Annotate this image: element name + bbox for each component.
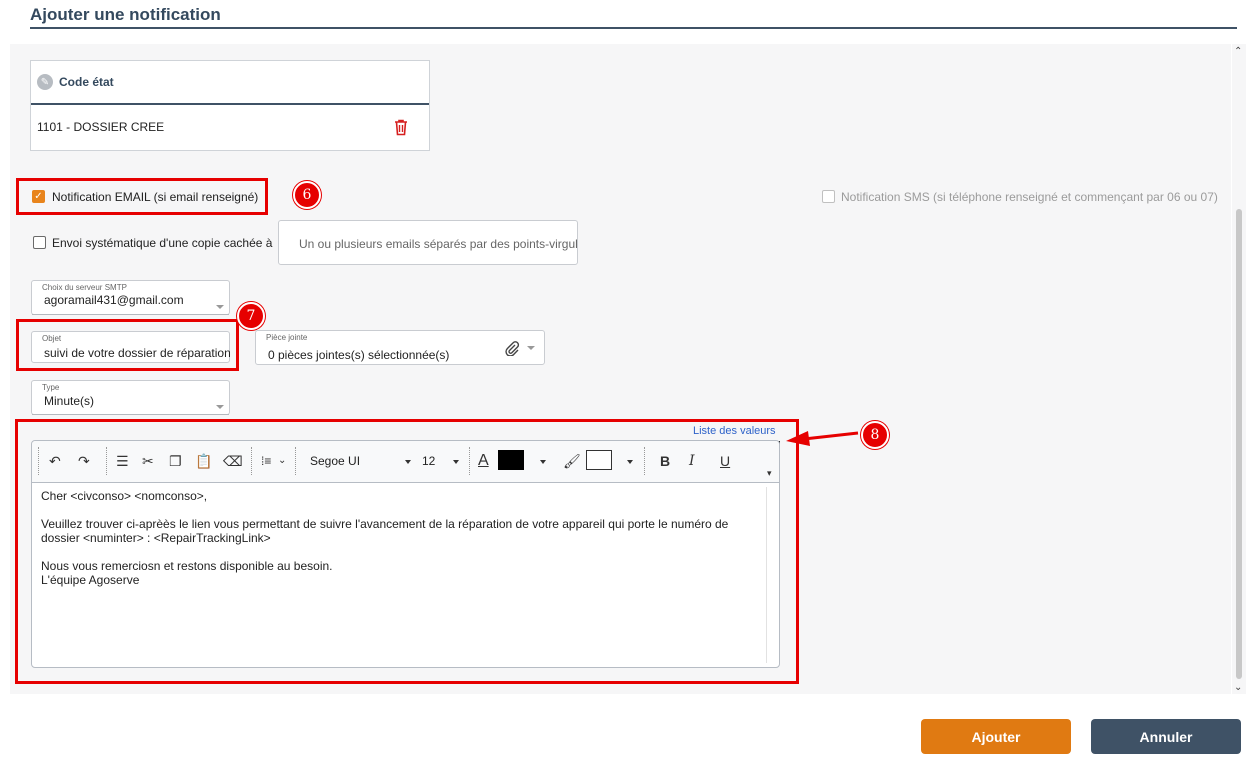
copy-icon[interactable]: ❐ — [169, 453, 182, 469]
toolbar-separator — [38, 447, 39, 475]
chevron-down-icon[interactable]: ⌄ — [278, 453, 286, 469]
editor-scrollbar[interactable] — [766, 487, 767, 663]
smtp-value: agoramail431@gmail.com — [44, 293, 184, 307]
font-color-icon[interactable]: A — [478, 453, 489, 469]
highlight-color-icon[interactable]: 🖌 — [563, 453, 581, 469]
toolbar-overflow-icon[interactable]: ▾ — [767, 465, 772, 481]
liste-des-valeurs-link[interactable]: Liste des valeurs — [693, 425, 776, 437]
annotation-arrow — [786, 431, 859, 446]
bcc-checkbox[interactable] — [33, 236, 46, 249]
piece-jointe-value: 0 pièces jointes(s) sélectionnée(s) — [268, 348, 450, 362]
cut-icon[interactable]: ✂ — [142, 453, 154, 469]
trash-icon[interactable] — [393, 119, 409, 136]
email-notification-checkbox[interactable]: ✓ — [32, 190, 45, 203]
bcc-label: Envoi systématique d'une copie cachée à — [52, 236, 273, 250]
annotation-badge-8: 8 — [861, 421, 889, 449]
annotation-badge-6: 6 — [293, 181, 321, 209]
toolbar-separator — [644, 447, 645, 475]
scroll-thumb[interactable] — [1236, 209, 1242, 679]
clear-format-icon[interactable]: ⌫ — [223, 453, 243, 469]
scroll-up-icon[interactable]: ⌃ — [1234, 46, 1242, 57]
paragraph-align-icon[interactable]: ⁞≡ — [261, 453, 271, 469]
objet-input[interactable]: Objet suivi de votre dossier de réparati… — [31, 331, 230, 363]
code-etat-header-label: Code état — [59, 75, 114, 89]
code-etat-value: 1101 - DOSSIER CREE — [37, 120, 165, 134]
scrollbar[interactable]: ⌃ ⌄ — [1232, 44, 1246, 694]
bcc-email-placeholder: Un ou plusieurs emails séparés par des p… — [299, 237, 577, 251]
font-name-caret-icon[interactable] — [405, 460, 411, 464]
objet-value: suivi de votre dossier de réparation — [44, 346, 230, 360]
editor-line: Cher <civconso> <nomconso>, — [41, 489, 208, 503]
bold-icon[interactable]: B — [660, 453, 670, 469]
paste-icon[interactable]: 📋 — [195, 453, 212, 469]
chevron-down-icon[interactable] — [216, 405, 224, 409]
editor-line — [41, 503, 766, 517]
editor-line — [41, 545, 766, 559]
font-color-swatch[interactable] — [498, 450, 524, 470]
italic-icon[interactable]: I — [689, 453, 695, 469]
editor-line: L'équipe Agoserve — [41, 573, 140, 587]
smtp-label: Choix du serveur SMTP — [42, 283, 127, 292]
editor-line: dossier <numinter> : <RepairTrackingLink… — [41, 531, 271, 545]
toolbar-separator — [295, 447, 296, 475]
annotation-badge-7: 7 — [237, 302, 265, 330]
redo-icon[interactable]: ↷ — [78, 453, 90, 469]
smtp-select[interactable]: Choix du serveur SMTP agoramail431@gmail… — [31, 280, 230, 315]
page-title: Ajouter une notification — [30, 5, 221, 24]
piece-jointe-select[interactable]: Pièce jointe 0 pièces jointes(s) sélecti… — [255, 330, 545, 365]
toolbar-separator — [469, 447, 470, 475]
piece-jointe-label: Pièce jointe — [266, 333, 308, 342]
font-name-select[interactable]: Segoe UI — [310, 454, 360, 468]
font-size-caret-icon[interactable] — [453, 460, 459, 464]
font-size-select[interactable]: 12 — [422, 454, 435, 468]
email-notification-label: Notification EMAIL (si email renseigné) — [52, 190, 259, 204]
toolbar-separator — [251, 447, 252, 475]
code-etat-header: ✎ Code état — [31, 61, 429, 105]
ajouter-button[interactable]: Ajouter — [921, 719, 1071, 754]
smtp-underline — [32, 314, 229, 315]
editor-line: Veuillez trouver ci-aprèès le lien vous … — [41, 517, 729, 531]
paperclip-icon[interactable] — [504, 340, 520, 356]
type-select[interactable]: Type Minute(s) — [31, 380, 230, 415]
highlight-color-caret-icon[interactable] — [627, 460, 633, 464]
editor-toolbar: ↶ ↷ ☰ ✂ ❐ 📋 ⌫ ⁞≡ ⌄ Segoe UI 12 A 🖌 B I U… — [32, 441, 779, 483]
editor-line: Nous vous remerciosn et restons disponib… — [41, 559, 333, 573]
font-color-caret-icon[interactable] — [540, 460, 546, 464]
sms-notification-checkbox[interactable] — [822, 190, 835, 203]
chevron-down-icon[interactable] — [216, 305, 224, 309]
pencil-icon: ✎ — [37, 74, 53, 90]
type-label: Type — [42, 383, 60, 392]
bcc-email-input[interactable]: Un ou plusieurs emails séparés par des p… — [278, 220, 578, 265]
scroll-down-icon[interactable]: ⌄ — [1234, 682, 1242, 693]
annuler-button[interactable]: Annuler — [1091, 719, 1241, 754]
code-etat-card: ✎ Code état 1101 - DOSSIER CREE — [30, 60, 430, 151]
highlight-color-swatch[interactable] — [586, 450, 612, 470]
rich-text-editor[interactable]: ↶ ↷ ☰ ✂ ❐ 📋 ⌫ ⁞≡ ⌄ Segoe UI 12 A 🖌 B I U… — [31, 440, 780, 668]
underline-icon[interactable]: U — [720, 453, 730, 469]
objet-label: Objet — [42, 334, 62, 343]
editor-content[interactable]: Cher <civconso> <nomconso>, Veuillez tro… — [41, 489, 766, 587]
title-divider — [30, 27, 1237, 29]
type-value: Minute(s) — [44, 394, 95, 408]
undo-icon[interactable]: ↶ — [49, 453, 61, 469]
select-all-icon[interactable]: ☰ — [116, 453, 129, 469]
type-underline — [32, 414, 229, 415]
toolbar-separator — [106, 447, 107, 475]
chevron-down-icon[interactable] — [527, 346, 535, 350]
sms-notification-label: Notification SMS (si téléphone renseigné… — [841, 190, 1218, 204]
code-etat-row: 1101 - DOSSIER CREE — [31, 105, 429, 149]
